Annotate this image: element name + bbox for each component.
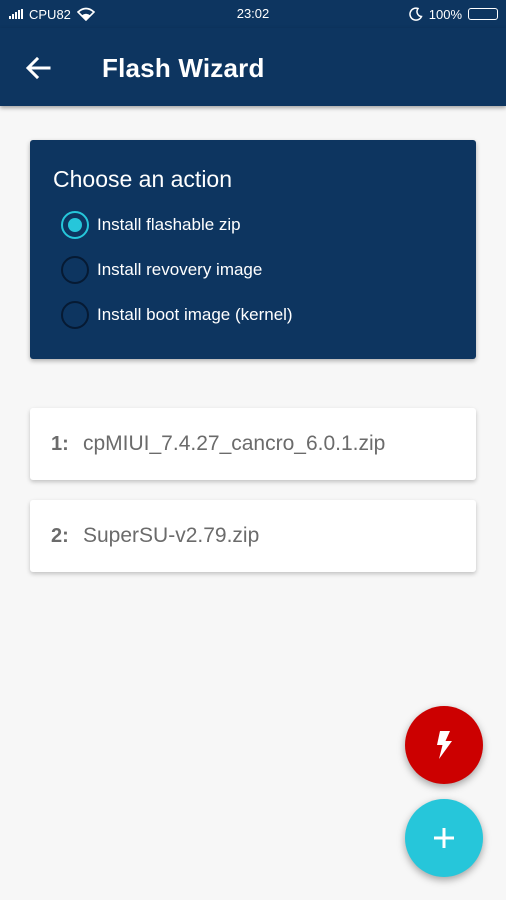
page-title: Flash Wizard <box>102 53 265 83</box>
file-list-item[interactable]: 2: SuperSU-v2.79.zip <box>30 500 476 572</box>
radio-button[interactable] <box>61 301 89 329</box>
battery-percent: 100% <box>428 6 462 22</box>
radio-label: Install revovery image <box>97 260 263 279</box>
file-index: 2: <box>51 524 69 547</box>
lightning-bolt-icon <box>437 731 452 759</box>
add-file-button[interactable] <box>405 799 483 877</box>
arrow-left-icon <box>25 56 51 80</box>
radio-option-recovery-image[interactable]: Install revovery image <box>61 255 262 285</box>
radio-label: Install flashable zip <box>97 215 241 234</box>
radio-button[interactable] <box>61 256 89 284</box>
radio-label: Install boot image (kernel) <box>97 305 293 324</box>
file-index: 1: <box>51 432 69 455</box>
radio-option-boot-image[interactable]: Install boot image (kernel) <box>61 300 293 330</box>
radio-option-flashable-zip[interactable]: Install flashable zip <box>61 210 241 240</box>
flash-button[interactable] <box>405 706 483 784</box>
file-name: SuperSU-v2.79.zip <box>83 524 260 547</box>
file-list-item[interactable]: 1: cpMIUI_7.4.27_cancro_6.0.1.zip <box>30 408 476 480</box>
radio-button-checked[interactable] <box>61 211 89 239</box>
status-left: CPU82 <box>9 0 95 28</box>
status-right: 100% <box>409 0 498 28</box>
back-button[interactable] <box>20 50 56 86</box>
app-bar: Flash Wizard <box>0 28 506 106</box>
file-name: cpMIUI_7.4.27_cancro_6.0.1.zip <box>83 432 386 455</box>
wifi-icon <box>76 7 95 21</box>
carrier-label: CPU82 <box>29 6 71 22</box>
plus-icon <box>434 828 454 848</box>
moon-icon <box>409 7 423 21</box>
action-card: Choose an action Install flashable zip I… <box>30 140 476 359</box>
signal-icon <box>9 9 23 19</box>
action-card-title: Choose an action <box>53 166 233 192</box>
status-bar: CPU82 23:02 100% <box>0 0 506 28</box>
battery-icon <box>468 8 498 20</box>
